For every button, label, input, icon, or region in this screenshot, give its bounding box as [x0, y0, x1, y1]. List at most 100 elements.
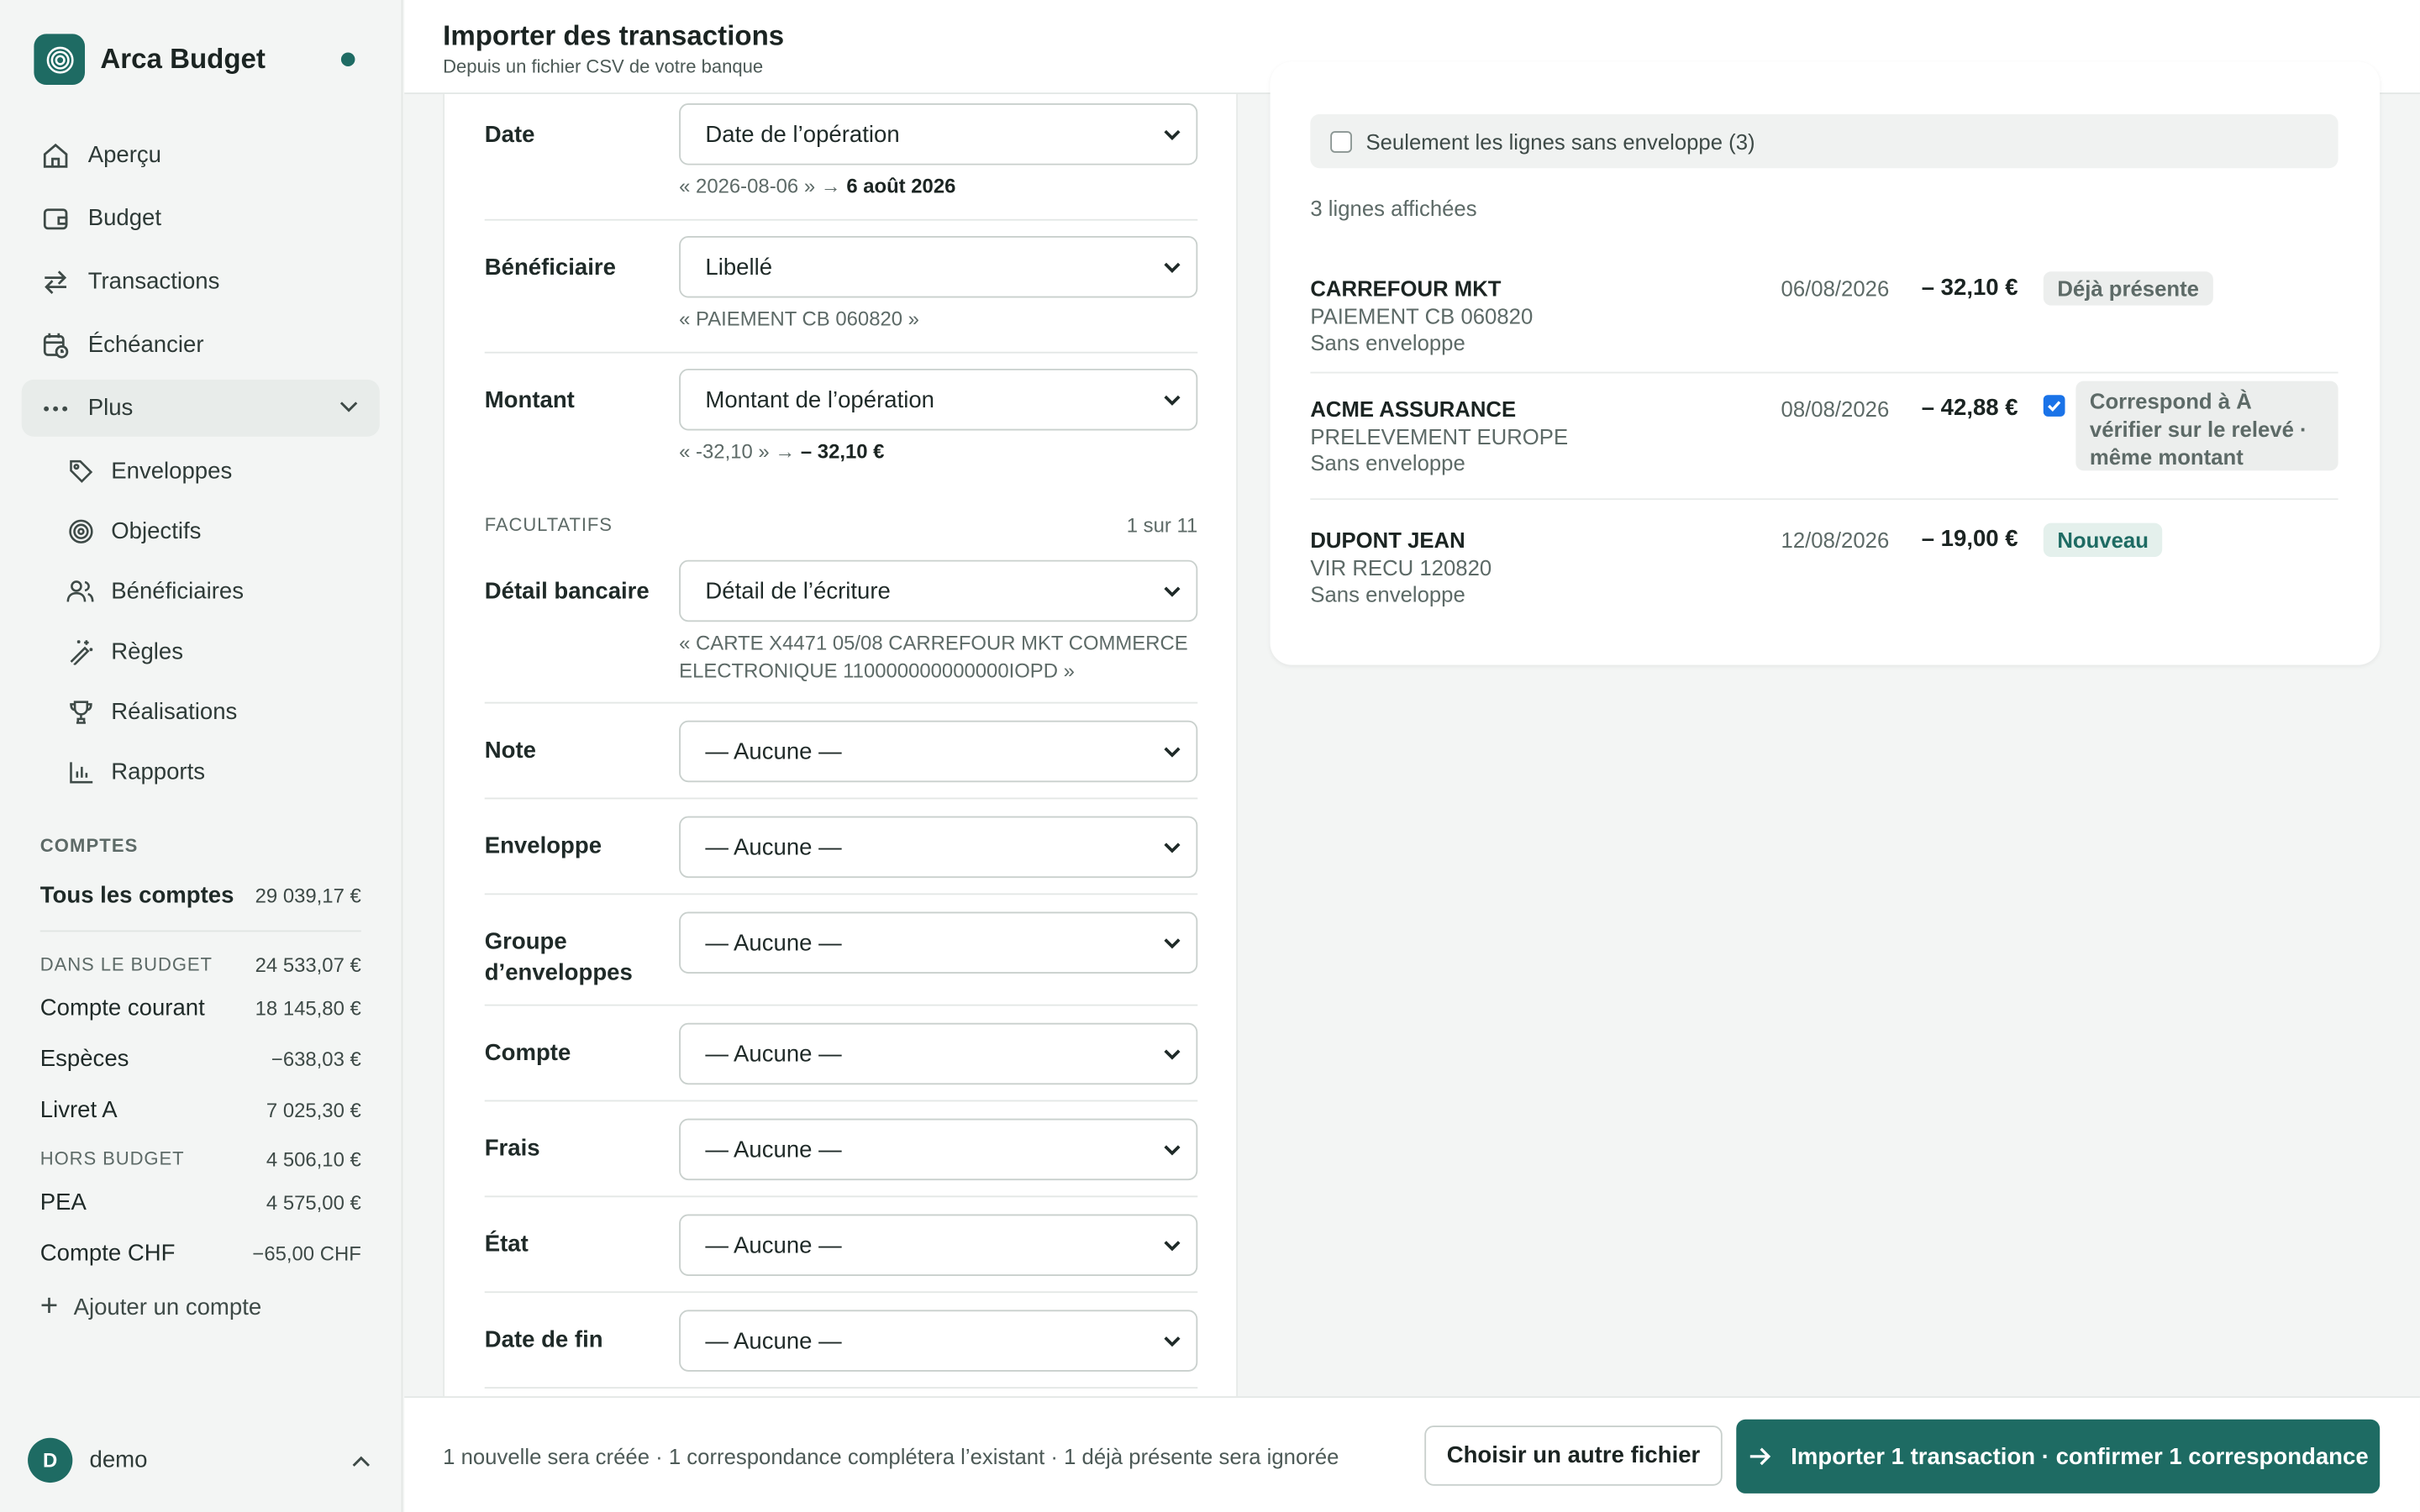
sub-item-realisations[interactable]: Réalisations: [46, 685, 371, 737]
chevron-down-icon: [1162, 1044, 1182, 1070]
bank-detail-column-select[interactable]: Détail de l’écriture: [679, 559, 1198, 622]
date-column-select[interactable]: Date de l’opération: [679, 103, 1198, 165]
preview-arrow: →: [775, 439, 796, 464]
sub-item-label: Objectifs: [111, 517, 202, 544]
account-item[interactable]: PEA 4 575,00 €: [40, 1189, 361, 1215]
row-divider: [1310, 371, 2338, 374]
bank-detail-preview: « CARTE X4471 05/08 CARREFOUR MKT COMMER…: [679, 629, 1203, 685]
account-group-in-budget[interactable]: DANS LE BUDGET 24 533,07 €: [40, 953, 361, 977]
select-value: Détail de l’écriture: [705, 577, 891, 605]
chevron-down-icon: [1162, 1140, 1182, 1166]
account-name: PEA: [39, 1189, 87, 1216]
brand[interactable]: Arca Budget: [34, 34, 266, 86]
filter-checkbox[interactable]: [1330, 130, 1352, 152]
mapping-row-state: État — Aucune —: [484, 1197, 1198, 1294]
note-column-select[interactable]: — Aucune —: [679, 720, 1198, 783]
account-item[interactable]: Livret A 7 025,30 €: [40, 1097, 361, 1123]
avatar: D: [28, 1437, 73, 1483]
sync-status-dot: [340, 52, 355, 66]
optional-fields-label: FACULTATIFS: [484, 513, 613, 536]
envelope-group-column-select[interactable]: — Aucune —: [679, 911, 1198, 974]
chevron-up-icon[interactable]: [349, 1450, 373, 1483]
account-item[interactable]: Compte CHF −65,00 CHF: [40, 1241, 361, 1267]
row-envelope: Sans enveloppe: [1310, 450, 1465, 475]
choose-another-file-button[interactable]: Choisir un autre fichier: [1424, 1425, 1723, 1486]
field-label: Date de fin: [484, 1326, 603, 1353]
sub-item-beneficiaires[interactable]: Bénéficiaires: [46, 564, 371, 617]
select-value: Libellé: [705, 254, 773, 281]
account-column-select[interactable]: — Aucune —: [679, 1022, 1198, 1085]
field-label: Enveloppe: [484, 832, 602, 860]
select-value: — Aucune —: [705, 929, 842, 956]
account-group-off-budget[interactable]: HORS BUDGET 4 506,10 €: [40, 1148, 361, 1172]
mapping-row-account: Compte — Aucune —: [484, 1006, 1198, 1102]
nav-item-budget[interactable]: Budget: [22, 190, 380, 247]
optional-fields-header: FACULTATIFS 1 sur 11: [485, 514, 1198, 538]
payee-column-select[interactable]: Libellé: [679, 236, 1198, 298]
account-item[interactable]: Espèces −638,03 €: [40, 1046, 361, 1072]
home-icon: [40, 139, 71, 171]
nav-item-transactions[interactable]: Transactions: [22, 253, 380, 310]
chevron-down-icon: [336, 393, 360, 424]
account-all[interactable]: Tous les comptes 29 039,17 €: [40, 883, 361, 909]
payee-preview: « PAIEMENT CB 060820 »: [679, 306, 919, 333]
more-dots-icon: [40, 392, 71, 423]
row-amount: – 32,10 €: [1921, 274, 2018, 302]
preview-arrow: →: [820, 174, 841, 198]
row-payee: CARREFOUR MKT: [1310, 276, 1502, 302]
row-amount: – 42,88 €: [1921, 395, 2018, 422]
state-column-select[interactable]: — Aucune —: [679, 1214, 1198, 1276]
user-menu[interactable]: D demo: [28, 1437, 147, 1483]
preview-parsed: 6 août 2026: [846, 174, 956, 198]
account-item[interactable]: Compte courant 18 145,80 €: [40, 995, 361, 1021]
envelope-column-select[interactable]: — Aucune —: [679, 816, 1198, 879]
row-date: 08/08/2026: [1781, 396, 1890, 422]
nav-item-echeancier[interactable]: Échéancier: [22, 317, 380, 374]
tag-icon: [65, 455, 96, 486]
import-button[interactable]: Importer 1 transaction · confirmer 1 cor…: [1736, 1419, 2381, 1494]
mapping-row-bank-detail: Détail bancaire Détail de l’écriture « C…: [484, 549, 1198, 704]
sub-item-enveloppes[interactable]: Enveloppes: [46, 444, 371, 496]
account-name: Tous les comptes: [39, 882, 234, 909]
select-value: — Aucune —: [705, 1040, 842, 1068]
account-name: Compte CHF: [39, 1240, 176, 1267]
account-group-label: DANS LE BUDGET: [39, 953, 213, 975]
sub-item-label: Réalisations: [111, 698, 238, 725]
no-envelope-filter[interactable]: Seulement les lignes sans enveloppe (3): [1310, 113, 2338, 169]
end-date-column-select[interactable]: — Aucune —: [679, 1310, 1198, 1372]
sub-item-objectifs[interactable]: Objectifs: [46, 505, 371, 557]
sidebar: Arca Budget Aperçu Budget Transactions É…: [0, 0, 403, 1512]
sub-item-label: Règles: [111, 638, 184, 664]
nav-item-plus[interactable]: Plus: [21, 379, 380, 437]
account-amount: 7 025,30 €: [266, 1098, 361, 1122]
sub-item-regles[interactable]: Règles: [46, 625, 371, 677]
accounts-section-label: COMPTES: [39, 834, 139, 857]
chevron-down-icon: [1162, 1331, 1182, 1357]
row-memo: PAIEMENT CB 060820: [1310, 303, 1534, 329]
arrow-right-icon: [1748, 1444, 1772, 1468]
preview-raw: « CARTE X4471 05/08 CARREFOUR MKT COMMER…: [679, 631, 1188, 682]
arrows-exchange-icon: [40, 266, 71, 297]
row-payee: ACME ASSURANCE: [1310, 396, 1517, 422]
select-value: — Aucune —: [705, 1231, 842, 1258]
sub-item-label: Enveloppes: [111, 457, 233, 484]
sub-item-label: Rapports: [111, 758, 206, 785]
optional-fields-count: 1 sur 11: [1126, 513, 1198, 538]
nav-item-label: Budget: [87, 205, 162, 232]
check-icon: [2048, 401, 2061, 412]
nav-item-apercu[interactable]: Aperçu: [22, 127, 380, 184]
nav-item-label: Transactions: [87, 268, 220, 295]
app-name: Arca Budget: [100, 43, 266, 75]
field-label: Note: [484, 737, 536, 764]
field-label: Groupe d’enveloppes: [484, 928, 633, 986]
column-mapping-panel: Date Date de l’opération « 2026-08-06 » …: [443, 94, 1239, 1399]
chevron-down-icon: [1162, 391, 1182, 417]
select-value: — Aucune —: [705, 738, 842, 765]
fees-column-select[interactable]: — Aucune —: [679, 1118, 1198, 1181]
field-label: Frais: [484, 1135, 540, 1163]
sub-item-rapports[interactable]: Rapports: [46, 745, 371, 797]
confirm-match-checkbox[interactable]: [2043, 395, 2065, 417]
amount-column-select[interactable]: Montant de l’opération: [679, 368, 1198, 431]
add-account-button[interactable]: + Ajouter un compte: [40, 1291, 261, 1322]
row-payee: DUPONT JEAN: [1310, 528, 1465, 553]
